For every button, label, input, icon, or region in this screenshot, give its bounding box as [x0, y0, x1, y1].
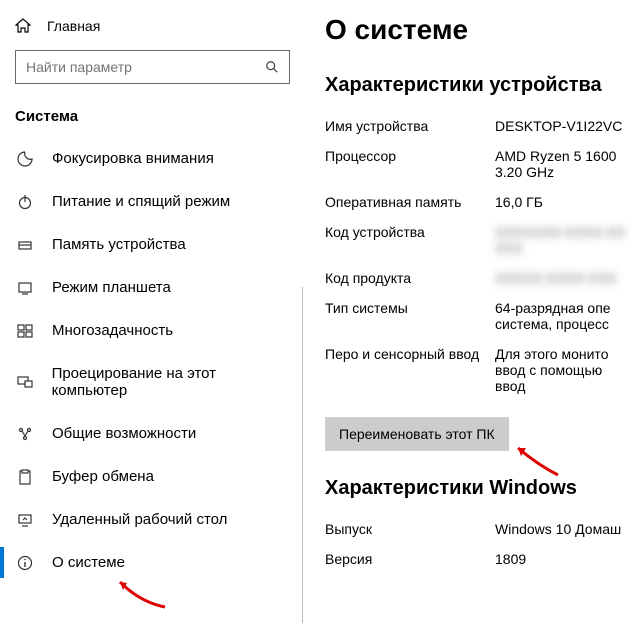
info-icon [16, 555, 34, 571]
nav-item-shared[interactable]: Общие возможности [0, 412, 305, 455]
label-version: Версия [325, 551, 495, 567]
value-productid: XXXXX-XXXX-XXX [495, 270, 616, 286]
nav-label: Удаленный рабочий стол [52, 511, 227, 528]
value-cpu: AMD Ryzen 5 1600 3.20 GHz [495, 148, 632, 180]
page-title: О системе [325, 14, 632, 46]
nav-item-storage[interactable]: Память устройства [0, 223, 305, 266]
section-title: Система [0, 96, 305, 137]
device-heading: Характеристики устройства [325, 74, 632, 97]
label-edition: Выпуск [325, 521, 495, 537]
value-device-name: DESKTOP-V1I22VC [495, 118, 622, 134]
row-device-name: Имя устройства DESKTOP-V1I22VC [325, 111, 632, 141]
row-cpu: Процессор AMD Ryzen 5 1600 3.20 GHz [325, 141, 632, 187]
value-version: 1809 [495, 551, 526, 567]
home-label: Главная [47, 18, 100, 34]
label-ram: Оперативная память [325, 194, 495, 210]
nav-label: Буфер обмена [52, 468, 154, 485]
nav-item-focus[interactable]: Фокусировка внимания [0, 137, 305, 180]
value-systype: 64-разрядная опе система, процесс [495, 300, 632, 332]
nav-label: Многозадачность [52, 322, 173, 339]
label-cpu: Процессор [325, 148, 495, 180]
nav-item-tablet[interactable]: Режим планшета [0, 266, 305, 309]
nav-item-project[interactable]: Проецирование на этот компьютер [0, 352, 305, 412]
remote-icon [16, 512, 34, 528]
home-icon [15, 18, 31, 34]
label-pen: Перо и сенсорный ввод [325, 346, 495, 394]
row-ram: Оперативная память 16,0 ГБ [325, 187, 632, 217]
nav-item-power[interactable]: Питание и спящий режим [0, 180, 305, 223]
multitask-icon [16, 323, 34, 339]
search-icon [255, 60, 289, 74]
nav-item-multitask[interactable]: Многозадачность [0, 309, 305, 352]
nav-label: О системе [52, 554, 125, 571]
windows-heading: Характеристики Windows [325, 477, 632, 500]
label-deviceid: Код устройства [325, 224, 495, 256]
storage-icon [16, 237, 34, 253]
value-pen: Для этого монито ввод с помощью ввод [495, 346, 632, 394]
home-link[interactable]: Главная [0, 10, 305, 42]
nav-list: Фокусировка внимания Питание и спящий ре… [0, 137, 305, 584]
nav-item-remote[interactable]: Удаленный рабочий стол [0, 498, 305, 541]
project-icon [16, 374, 34, 390]
tablet-icon [16, 280, 34, 296]
vertical-divider [302, 287, 303, 623]
nav-label: Проецирование на этот компьютер [52, 365, 290, 399]
search-input[interactable] [16, 53, 255, 81]
value-edition: Windows 10 Домаш [495, 521, 621, 537]
rename-pc-button[interactable]: Переименовать этот ПК [325, 417, 509, 451]
label-productid: Код продукта [325, 270, 495, 286]
row-version: Версия 1809 [325, 544, 632, 574]
row-productid: Код продукта XXXXX-XXXX-XXX [325, 263, 632, 293]
nav-label: Режим планшета [52, 279, 171, 296]
nav-label: Фокусировка внимания [52, 150, 214, 167]
power-icon [16, 194, 34, 210]
label-systype: Тип системы [325, 300, 495, 332]
nav-item-clipboard[interactable]: Буфер обмена [0, 455, 305, 498]
shared-icon [16, 426, 34, 442]
row-systype: Тип системы 64-разрядная опе система, пр… [325, 293, 632, 339]
row-deviceid: Код устройства XXXXXXX-XXXX-XX XXX [325, 217, 632, 263]
nav-label: Память устройства [52, 236, 186, 253]
nav-label: Питание и спящий режим [52, 193, 230, 210]
nav-label: Общие возможности [52, 425, 196, 442]
search-box[interactable] [15, 50, 290, 84]
value-deviceid: XXXXXXX-XXXX-XX XXX [495, 224, 632, 256]
row-pen: Перо и сенсорный ввод Для этого монито в… [325, 339, 632, 401]
nav-item-about[interactable]: О системе [0, 541, 305, 584]
clipboard-icon [16, 469, 34, 485]
row-edition: Выпуск Windows 10 Домаш [325, 514, 632, 544]
value-ram: 16,0 ГБ [495, 194, 543, 210]
label-device-name: Имя устройства [325, 118, 495, 134]
moon-icon [16, 151, 34, 167]
